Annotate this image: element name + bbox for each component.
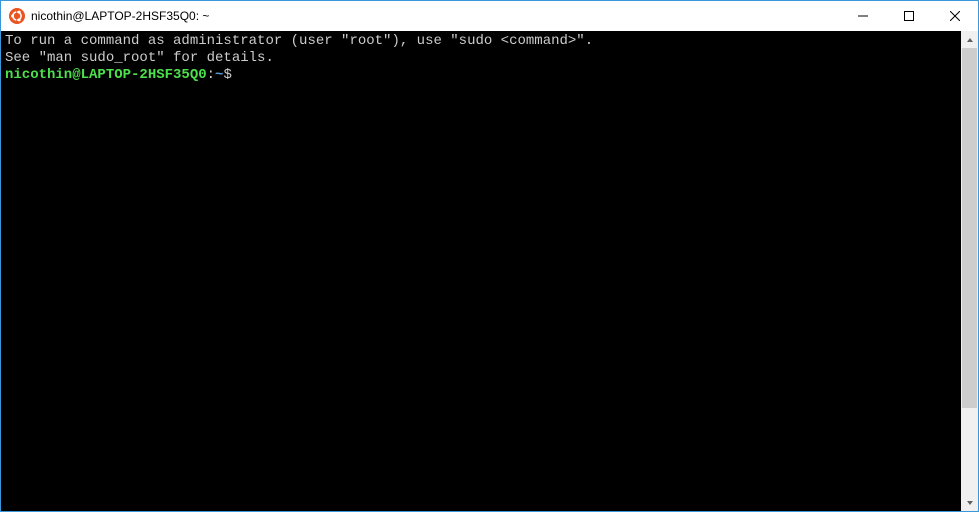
maximize-button[interactable]	[886, 1, 932, 31]
window-controls	[840, 1, 978, 31]
scrollbar-thumb[interactable]	[962, 48, 977, 408]
close-button[interactable]	[932, 1, 978, 31]
scrollbar-up-button[interactable]	[961, 31, 978, 48]
terminal-output-line: To run a command as administrator (user …	[5, 33, 957, 50]
terminal-output-line: See "man sudo_root" for details.	[5, 50, 957, 67]
scrollbar-down-button[interactable]	[961, 494, 978, 511]
window-frame: nicothin@LAPTOP-2HSF35Q0: ~ To run a com…	[0, 0, 979, 512]
minimize-button[interactable]	[840, 1, 886, 31]
terminal[interactable]: To run a command as administrator (user …	[1, 31, 961, 511]
ubuntu-icon	[9, 8, 25, 24]
prompt-symbol: $	[223, 67, 231, 83]
terminal-prompt-line: nicothin@LAPTOP-2HSF35Q0:~$	[5, 67, 957, 84]
terminal-container: To run a command as administrator (user …	[1, 31, 978, 511]
prompt-user-host: nicothin@LAPTOP-2HSF35Q0	[5, 67, 207, 83]
window-title: nicothin@LAPTOP-2HSF35Q0: ~	[31, 9, 840, 23]
prompt-separator: :	[207, 67, 215, 83]
titlebar[interactable]: nicothin@LAPTOP-2HSF35Q0: ~	[1, 1, 978, 31]
vertical-scrollbar[interactable]	[961, 31, 978, 511]
